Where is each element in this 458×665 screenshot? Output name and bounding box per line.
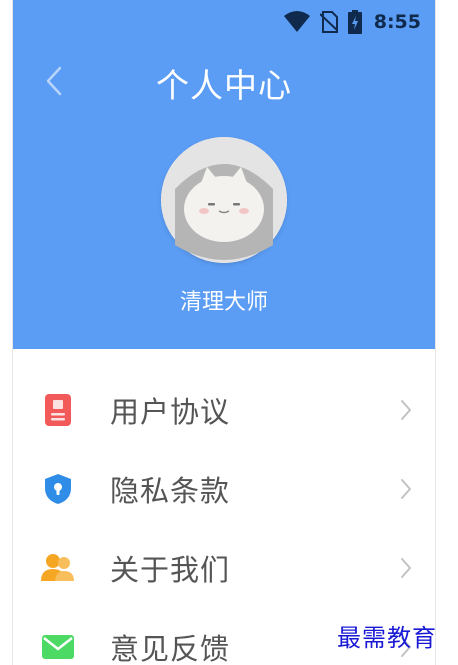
menu-item-privacy[interactable]: 隐私条款 bbox=[13, 449, 435, 528]
shield-lock-icon bbox=[41, 472, 75, 506]
watermark: 最需教育 bbox=[337, 624, 437, 652]
avatar[interactable] bbox=[161, 137, 287, 263]
menu-item-label: 关于我们 bbox=[110, 552, 231, 587]
menu-item-label: 用户协议 bbox=[110, 394, 231, 429]
users-icon bbox=[41, 551, 75, 585]
username: 清理大师 bbox=[179, 290, 268, 315]
status-bar: 8:55 bbox=[283, 8, 421, 36]
menu-item-about-us[interactable]: 关于我们 bbox=[13, 528, 435, 607]
avatar-icon bbox=[161, 137, 287, 263]
page-title: 个人中心 bbox=[156, 66, 292, 105]
mail-icon bbox=[41, 630, 75, 664]
chevron-right-icon bbox=[399, 399, 413, 421]
status-time: 8:55 bbox=[373, 11, 421, 33]
wifi-icon bbox=[283, 11, 310, 33]
chevron-right-icon bbox=[399, 478, 413, 500]
battery-charging-icon bbox=[347, 10, 362, 34]
menu-item-label: 意见反馈 bbox=[110, 631, 231, 665]
profile-header: 8:55 个人中心 清理大师 bbox=[13, 0, 435, 349]
phone-screen: 8:55 个人中心 清理大师 用户协议 隐私条款 关于我们 意见反馈 bbox=[12, 0, 436, 665]
chevron-right-icon bbox=[399, 557, 413, 579]
menu-item-user-agreement[interactable]: 用户协议 bbox=[13, 370, 435, 449]
no-sim-icon bbox=[319, 11, 338, 33]
document-icon bbox=[41, 393, 75, 427]
menu-item-label: 隐私条款 bbox=[110, 473, 231, 508]
